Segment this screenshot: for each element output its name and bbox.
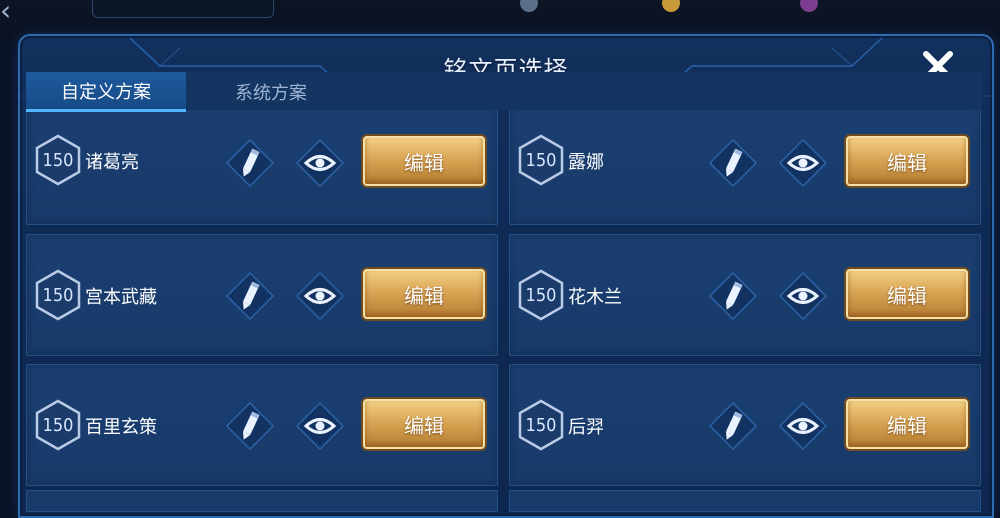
- resource-counter-3: [800, 0, 824, 14]
- pencil-icon: [708, 271, 758, 321]
- eye-icon: [295, 271, 345, 321]
- pencil-icon: [225, 138, 275, 188]
- eye-icon: [295, 138, 345, 188]
- rename-button[interactable]: [708, 271, 758, 321]
- eye-icon: [778, 401, 828, 451]
- pencil-icon: [708, 401, 758, 451]
- edit-button[interactable]: 编辑: [846, 269, 968, 319]
- hero-name: 诸葛亮: [85, 152, 139, 173]
- eye-icon: [295, 401, 345, 451]
- resource-counter-1: [520, 0, 544, 14]
- hero-name: 露娜: [568, 152, 604, 173]
- plan-card[interactable]: 150 露娜 编辑: [509, 103, 981, 225]
- level-badge: 150: [518, 269, 564, 321]
- level-value: 150: [525, 149, 557, 171]
- preview-button[interactable]: [295, 401, 345, 451]
- plan-card[interactable]: 150 百里玄策 编辑: [26, 364, 498, 486]
- plan-card[interactable]: 150 宫本武藏 编辑: [26, 234, 498, 356]
- rename-button[interactable]: [708, 138, 758, 188]
- plan-card[interactable]: 150 后羿 编辑: [509, 364, 981, 486]
- pencil-icon: [225, 401, 275, 451]
- rename-button[interactable]: [225, 138, 275, 188]
- pencil-icon: [225, 271, 275, 321]
- level-value: 150: [42, 414, 74, 436]
- back-icon[interactable]: ‹: [0, 0, 11, 27]
- level-badge: 150: [518, 134, 564, 186]
- background-search-pill: [92, 0, 274, 18]
- preview-button[interactable]: [295, 138, 345, 188]
- level-badge: 150: [35, 269, 81, 321]
- edit-button[interactable]: 编辑: [846, 399, 968, 449]
- hero-name: 后羿: [568, 417, 604, 438]
- plan-card[interactable]: 150 诸葛亮 编辑: [26, 103, 498, 225]
- level-value: 150: [525, 414, 557, 436]
- eye-icon: [778, 271, 828, 321]
- eye-icon: [778, 138, 828, 188]
- rename-button[interactable]: [708, 401, 758, 451]
- plan-tabs-overlay: 自定义方案 系统方案: [26, 72, 984, 112]
- pencil-icon: [708, 138, 758, 188]
- level-badge: 150: [35, 134, 81, 186]
- level-value: 150: [42, 284, 74, 306]
- level-badge: 150: [518, 399, 564, 451]
- preview-button[interactable]: [295, 271, 345, 321]
- edit-button[interactable]: 编辑: [363, 269, 485, 319]
- level-value: 150: [525, 284, 557, 306]
- rename-button[interactable]: [225, 401, 275, 451]
- plan-card[interactable]: 150 花木兰 编辑: [509, 234, 981, 356]
- level-badge: 150: [35, 399, 81, 451]
- edit-button[interactable]: 编辑: [363, 399, 485, 449]
- edit-button[interactable]: 编辑: [846, 136, 968, 186]
- preview-button[interactable]: [778, 401, 828, 451]
- tab-system-plan-visible[interactable]: 系统方案: [196, 72, 346, 112]
- level-value: 150: [42, 149, 74, 171]
- hero-name: 宫本武藏: [85, 287, 157, 308]
- preview-button[interactable]: [778, 271, 828, 321]
- hero-name: 花木兰: [568, 287, 622, 308]
- hero-name: 百里玄策: [85, 417, 157, 438]
- resource-counter-2: [662, 0, 686, 14]
- rename-button[interactable]: [225, 271, 275, 321]
- edit-button[interactable]: 编辑: [363, 136, 485, 186]
- preview-button[interactable]: [778, 138, 828, 188]
- tab-custom-plan-visible[interactable]: 自定义方案: [26, 72, 186, 112]
